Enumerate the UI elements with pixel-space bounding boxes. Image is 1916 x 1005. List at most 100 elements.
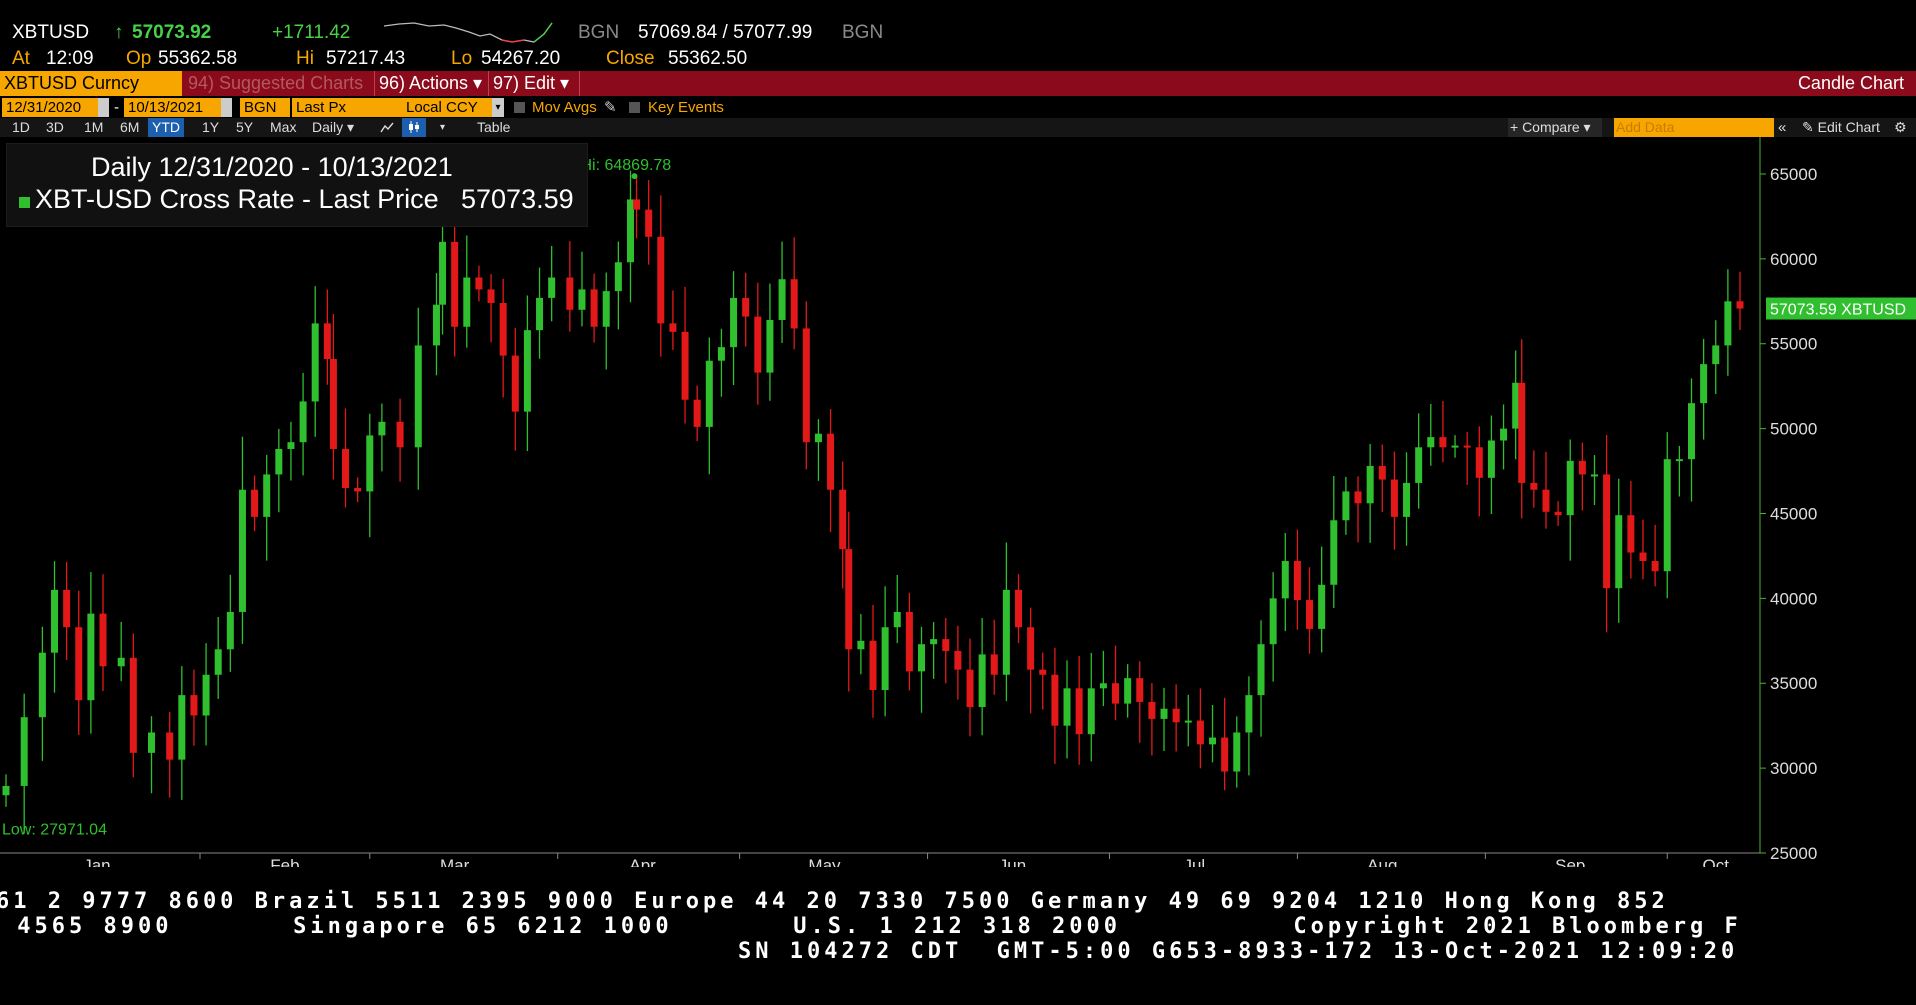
candle-body	[202, 674, 210, 716]
candle-body	[63, 589, 71, 628]
low-label: Lo	[451, 48, 473, 69]
candle-body	[1736, 301, 1744, 309]
x-month-label: May	[808, 856, 841, 867]
candle-body	[1378, 465, 1386, 480]
candle-body	[1712, 345, 1720, 365]
candle-chart-icon[interactable]	[402, 118, 426, 137]
range-button-5y[interactable]: 5Y	[232, 118, 257, 137]
candle-body	[1184, 720, 1192, 723]
gear-icon[interactable]: ⚙	[1894, 118, 1907, 137]
candle-body	[681, 331, 689, 400]
candle-body	[566, 277, 574, 310]
ticker-symbol: XBTUSD	[12, 22, 90, 43]
collapse-icon[interactable]: «	[1778, 118, 1786, 137]
candle-chart: 25000 30000 35000 40000 45000 50000 55000 60000…	[0, 137, 1916, 867]
up-arrow-icon: ↑	[114, 22, 124, 43]
footer-contacts-line: 61 2 9777 8600 Brazil 5511 2395 9000 Eur…	[0, 889, 1669, 914]
calendar-icon[interactable]	[98, 98, 109, 117]
candle-body	[1354, 491, 1362, 504]
period-select[interactable]: Daily ▾	[312, 118, 354, 137]
at-time: 12:09	[46, 48, 94, 69]
last-price: 57073.92	[132, 22, 212, 43]
candle-body	[1087, 688, 1095, 735]
range-button-3d[interactable]: 3D	[42, 118, 68, 137]
key-events-checkbox[interactable]	[629, 102, 640, 113]
candle-body	[1627, 515, 1635, 553]
candle-body	[323, 323, 331, 360]
candle-body	[1530, 482, 1538, 490]
calendar-icon[interactable]	[221, 98, 232, 117]
range-button-1d[interactable]: 1D	[8, 118, 34, 137]
range-button-1y[interactable]: 1Y	[198, 118, 223, 137]
candle-body	[1475, 447, 1483, 478]
chevron-down-icon[interactable]: ▾	[492, 98, 504, 117]
candle-body	[51, 589, 59, 653]
candle-body	[1590, 474, 1598, 477]
candle-body	[578, 289, 586, 310]
candle-body	[99, 613, 107, 667]
candle-body	[1578, 460, 1586, 475]
candle-body	[1700, 364, 1708, 404]
candle-body	[1439, 437, 1447, 448]
range-button-max[interactable]: Max	[266, 118, 300, 137]
candle-body	[633, 199, 641, 210]
currency-select[interactable]: Local CCY	[402, 98, 498, 117]
suggested-charts-button[interactable]: 94) Suggested Charts	[188, 71, 363, 96]
ask-source: BGN	[842, 22, 884, 43]
candle-body	[287, 442, 295, 449]
y-tick-label: 35000	[1770, 674, 1817, 693]
candle-body	[251, 489, 259, 517]
start-date-input[interactable]: 12/31/2020	[2, 98, 98, 117]
candle-body	[1366, 465, 1374, 504]
add-data-input[interactable]: Add Data	[1614, 118, 1774, 137]
candle-body	[1724, 301, 1732, 346]
candle-body	[1487, 440, 1495, 478]
candle-body	[1015, 589, 1023, 628]
bid-source: BGN	[578, 22, 620, 43]
range-button-ytd[interactable]: YTD	[148, 118, 184, 137]
candle-body	[802, 328, 810, 443]
candle-body	[742, 297, 750, 317]
security-field[interactable]: XBTUSD Curncy	[0, 71, 182, 96]
candle-body	[1687, 403, 1695, 460]
candle-body	[1039, 669, 1047, 675]
candle-body	[1136, 678, 1144, 702]
end-date-input[interactable]: 10/13/2021	[124, 98, 222, 117]
candle-body	[827, 433, 835, 490]
candle-body	[1245, 695, 1253, 733]
candle-body	[451, 241, 459, 327]
range-button-6m[interactable]: 6M	[116, 118, 143, 137]
low-value: 54267.20	[481, 48, 561, 69]
candle-body	[1209, 737, 1217, 745]
chart-style-dropdown-icon[interactable]: ▾	[440, 118, 445, 137]
date-separator: -	[114, 99, 119, 116]
candle-body	[226, 611, 234, 650]
pencil-icon[interactable]: ✎	[604, 98, 617, 117]
mov-avgs-checkbox[interactable]	[514, 102, 525, 113]
field-select[interactable]: Last Px	[292, 98, 402, 117]
y-tick-label: 40000	[1770, 589, 1817, 608]
candle-body	[487, 289, 495, 303]
bid-ask: 57069.84 / 57077.99	[638, 22, 813, 43]
range-button-1m[interactable]: 1M	[80, 118, 107, 137]
edit-menu[interactable]: 97) Edit ▾	[488, 71, 580, 96]
edit-chart-button[interactable]: ✎ Edit Chart	[1802, 118, 1880, 137]
line-chart-icon[interactable]	[378, 118, 396, 137]
sparkline	[384, 22, 553, 43]
key-events-label[interactable]: Key Events	[648, 98, 724, 117]
mov-avgs-label[interactable]: Mov Avgs	[532, 98, 597, 117]
candle-body	[669, 323, 677, 332]
candle-body	[1196, 720, 1204, 745]
at-label: At	[12, 48, 30, 69]
x-month-label: Jul	[1183, 856, 1205, 867]
compare-button[interactable]: + Compare ▾	[1508, 118, 1602, 137]
net-change: +1711.42	[272, 22, 351, 43]
actions-menu[interactable]: 96) Actions ▾	[374, 71, 491, 96]
candle-body	[881, 627, 889, 691]
source-field[interactable]: BGN	[240, 98, 290, 117]
candle-body	[1554, 511, 1562, 516]
candle-body	[778, 279, 786, 320]
candle-body	[1500, 428, 1508, 441]
candle-body	[766, 319, 774, 373]
table-button[interactable]: Table	[477, 118, 510, 137]
